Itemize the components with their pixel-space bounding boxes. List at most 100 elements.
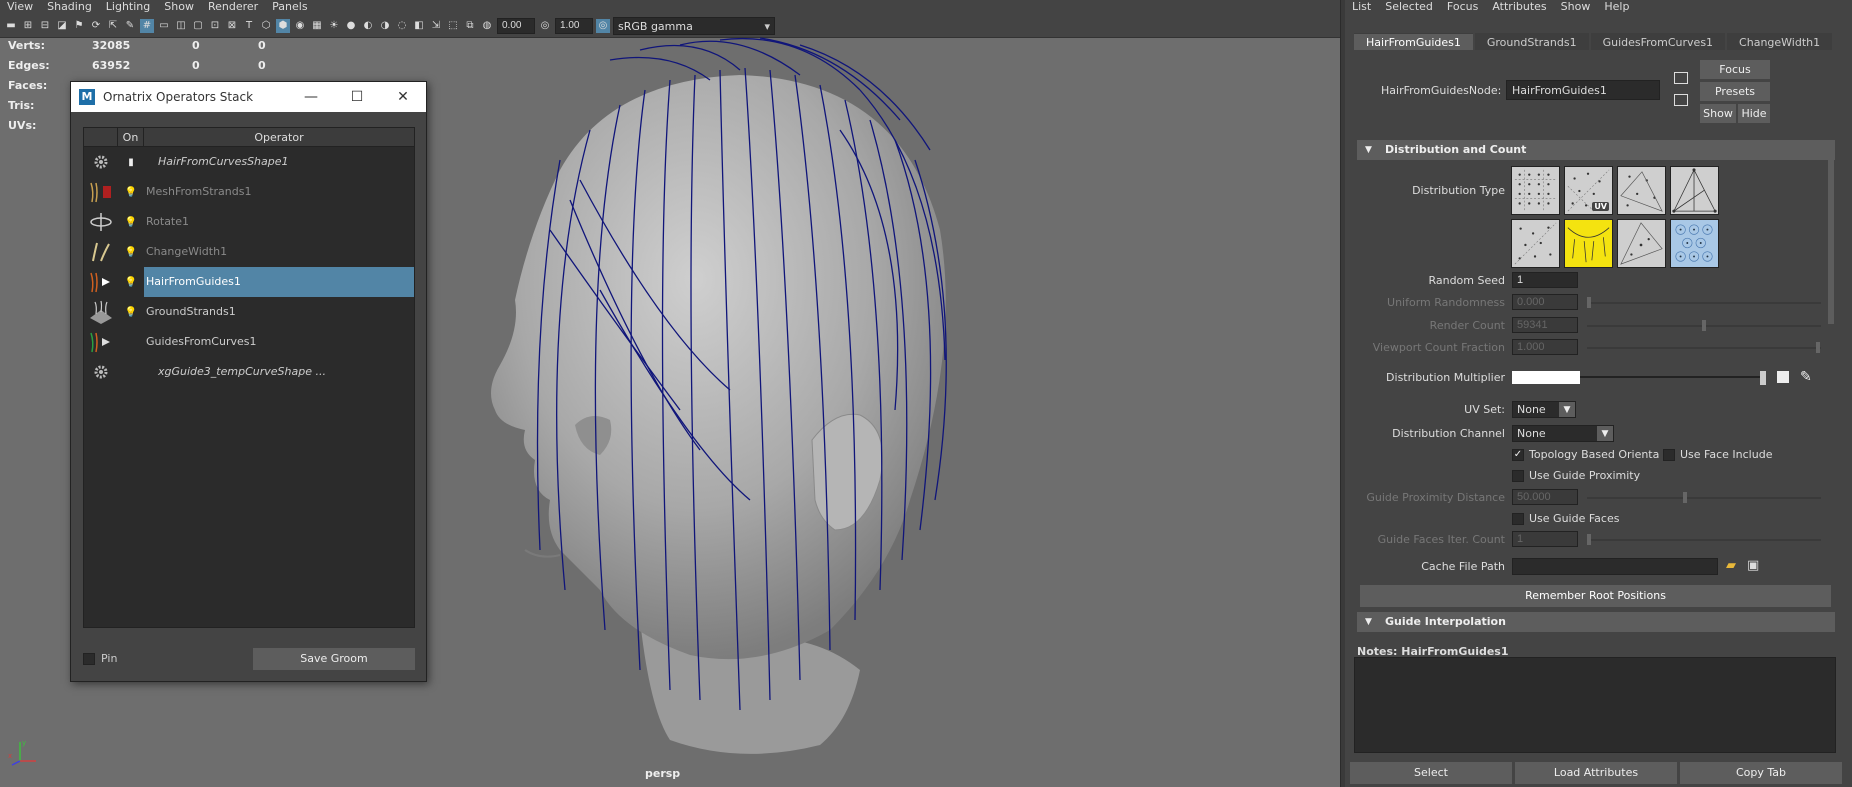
menu-view[interactable]: View xyxy=(0,0,40,14)
film-gate-icon[interactable]: ▭ xyxy=(157,19,171,33)
operator-row-selected[interactable]: 💡 HairFromGuides1 xyxy=(84,267,414,297)
scrollbar-thumb[interactable] xyxy=(1828,154,1834,324)
maximize-button[interactable]: ☐ xyxy=(334,89,380,105)
safe-title-icon[interactable]: T xyxy=(242,19,256,33)
dist-face-center-icon[interactable] xyxy=(1617,219,1666,268)
use-guide-faces-row[interactable]: Use Guide Faces xyxy=(1512,512,1619,525)
bookmark-icon[interactable]: ⊟ xyxy=(38,19,52,33)
use-guide-faces-checkbox[interactable] xyxy=(1512,512,1524,525)
dist-random-area-icon[interactable] xyxy=(1511,219,1560,268)
uv-set-dropdown[interactable]: None ▼ xyxy=(1512,401,1576,418)
guide-faces-iter-field[interactable] xyxy=(1512,531,1578,547)
camera-select-icon[interactable]: ▬ xyxy=(4,19,18,33)
isolate-select-icon[interactable]: ◧ xyxy=(412,19,426,33)
topology-orient-row[interactable]: ✓ Topology Based Orienta xyxy=(1512,448,1659,461)
menu-panels[interactable]: Panels xyxy=(265,0,314,14)
multiplier-color-swatch[interactable] xyxy=(1512,371,1580,384)
smooth-shade-icon[interactable]: ⬢ xyxy=(276,18,290,33)
guide-proximity-distance-field[interactable] xyxy=(1512,489,1578,505)
pin-checkbox-row[interactable]: Pin xyxy=(83,652,117,665)
safe-action-icon[interactable]: ⊠ xyxy=(225,19,239,33)
on-column-header[interactable]: On xyxy=(118,128,144,146)
show-button[interactable]: Show xyxy=(1700,104,1736,123)
textured-icon[interactable]: ▦ xyxy=(310,19,324,33)
minimize-button[interactable]: — xyxy=(288,89,334,105)
close-button[interactable]: ✕ xyxy=(380,89,426,105)
slider-knob[interactable] xyxy=(1587,534,1591,545)
viewport-panel[interactable]: View Shading Lighting Show Renderer Pane… xyxy=(0,0,1340,787)
viewport-count-field[interactable] xyxy=(1512,339,1578,355)
flag-icon[interactable]: ⚑ xyxy=(72,19,86,33)
menu-show[interactable]: Show xyxy=(1554,0,1598,14)
operators-window-titlebar[interactable]: M Ornatrix Operators Stack — ☐ ✕ xyxy=(71,82,426,112)
attribute-scrollbar[interactable] xyxy=(1827,150,1835,630)
menu-selected[interactable]: Selected xyxy=(1378,0,1440,14)
menu-show[interactable]: Show xyxy=(157,0,201,14)
pin-checkbox[interactable] xyxy=(83,652,95,665)
paint-brush-icon[interactable]: ✎ xyxy=(1800,369,1812,385)
multiplier-slider-knob[interactable] xyxy=(1760,371,1766,385)
operator-row[interactable]: 💡 MeshFromStrands1 xyxy=(84,177,414,207)
operator-column-header[interactable]: Operator xyxy=(144,128,414,146)
bulb-icon[interactable]: 💡 xyxy=(118,277,144,288)
grid-icon[interactable]: # xyxy=(140,18,154,33)
multiplier-slider[interactable] xyxy=(1580,376,1762,378)
operator-row[interactable]: xgGuide3_tempCurveShape ... xyxy=(84,357,414,387)
folder-icon[interactable]: ▰ xyxy=(1726,558,1736,573)
operator-row[interactable]: GuidesFromCurves1 xyxy=(84,327,414,357)
dist-guide-selected-icon[interactable] xyxy=(1564,219,1613,268)
uniform-randomness-slider[interactable] xyxy=(1587,297,1821,308)
focus-button[interactable]: Focus xyxy=(1700,60,1770,79)
operator-row[interactable]: ▮ HairFromCurvesShape1 xyxy=(84,147,414,177)
use-guide-proximity-checkbox[interactable] xyxy=(1512,469,1524,482)
bulb-icon[interactable]: 💡 xyxy=(118,247,144,258)
dist-uv-random-icon[interactable]: UV xyxy=(1564,166,1613,215)
menu-shading[interactable]: Shading xyxy=(40,0,99,14)
slider-knob[interactable] xyxy=(1701,320,1706,331)
toggle-on-icon[interactable]: ▮ xyxy=(118,157,144,168)
wireframe-on-shaded-icon[interactable]: ◉ xyxy=(293,19,307,33)
output-connection-icon[interactable] xyxy=(1674,94,1688,106)
pen-icon[interactable]: ✎ xyxy=(123,19,137,33)
select-icon[interactable]: ⇱ xyxy=(106,19,120,33)
save-groom-button[interactable]: Save Groom xyxy=(253,648,415,670)
notes-textarea[interactable] xyxy=(1354,657,1836,753)
camera-attr-icon[interactable]: ⊞ xyxy=(21,19,35,33)
tab-changewidth1[interactable]: ChangeWidth1 xyxy=(1727,33,1833,50)
use-face-include-row[interactable]: Use Face Include xyxy=(1663,448,1772,461)
menu-focus[interactable]: Focus xyxy=(1440,0,1485,14)
node-name-field[interactable]: HairFromGuides1 xyxy=(1506,80,1660,100)
guide-faces-iter-slider[interactable] xyxy=(1587,534,1821,545)
cache-file-path-field[interactable] xyxy=(1512,558,1718,575)
slider-knob[interactable] xyxy=(1682,492,1687,503)
attribute-scroll-area[interactable]: Distribution and Count Distribution Type… xyxy=(1357,140,1835,632)
operators-stack-window[interactable]: M Ornatrix Operators Stack — ☐ ✕ On Oper… xyxy=(70,81,427,682)
random-seed-field[interactable] xyxy=(1512,272,1578,288)
operator-row[interactable]: 💡 ChangeWidth1 xyxy=(84,237,414,267)
operator-row[interactable]: 💡 GroundStrands1 xyxy=(84,297,414,327)
shadows-icon[interactable]: ● xyxy=(344,19,358,33)
section-guide-interpolation[interactable]: Guide Interpolation xyxy=(1357,612,1835,632)
resolution-gate-icon[interactable]: ◫ xyxy=(174,19,188,33)
bulb-icon[interactable]: 💡 xyxy=(118,187,144,198)
menu-help[interactable]: Help xyxy=(1597,0,1636,14)
ambient-occlusion-icon[interactable]: ◐ xyxy=(361,19,375,33)
dist-vertex-icon[interactable] xyxy=(1670,166,1719,215)
select-button[interactable]: Select xyxy=(1350,762,1512,784)
tab-groundstrands1[interactable]: GroundStrands1 xyxy=(1474,33,1589,50)
gate-mask-icon[interactable]: ▢ xyxy=(191,19,205,33)
bulb-icon[interactable]: 💡 xyxy=(118,217,144,228)
head-model-render[interactable] xyxy=(440,30,1000,760)
remember-root-positions-button[interactable]: Remember Root Positions xyxy=(1360,585,1831,607)
wireframe-icon[interactable]: ⬡ xyxy=(259,19,273,33)
render-count-field[interactable] xyxy=(1512,317,1578,333)
dist-random-face-icon[interactable] xyxy=(1617,166,1666,215)
copy-tab-button[interactable]: Copy Tab xyxy=(1680,762,1842,784)
presets-button[interactable]: Presets xyxy=(1700,82,1770,101)
dist-even-icon[interactable] xyxy=(1670,219,1719,268)
motion-blur-icon[interactable]: ◑ xyxy=(378,19,392,33)
menu-renderer[interactable]: Renderer xyxy=(201,0,265,14)
input-connection-icon[interactable] xyxy=(1674,72,1688,84)
slider-knob[interactable] xyxy=(1816,342,1821,353)
load-attributes-button[interactable]: Load Attributes xyxy=(1515,762,1677,784)
